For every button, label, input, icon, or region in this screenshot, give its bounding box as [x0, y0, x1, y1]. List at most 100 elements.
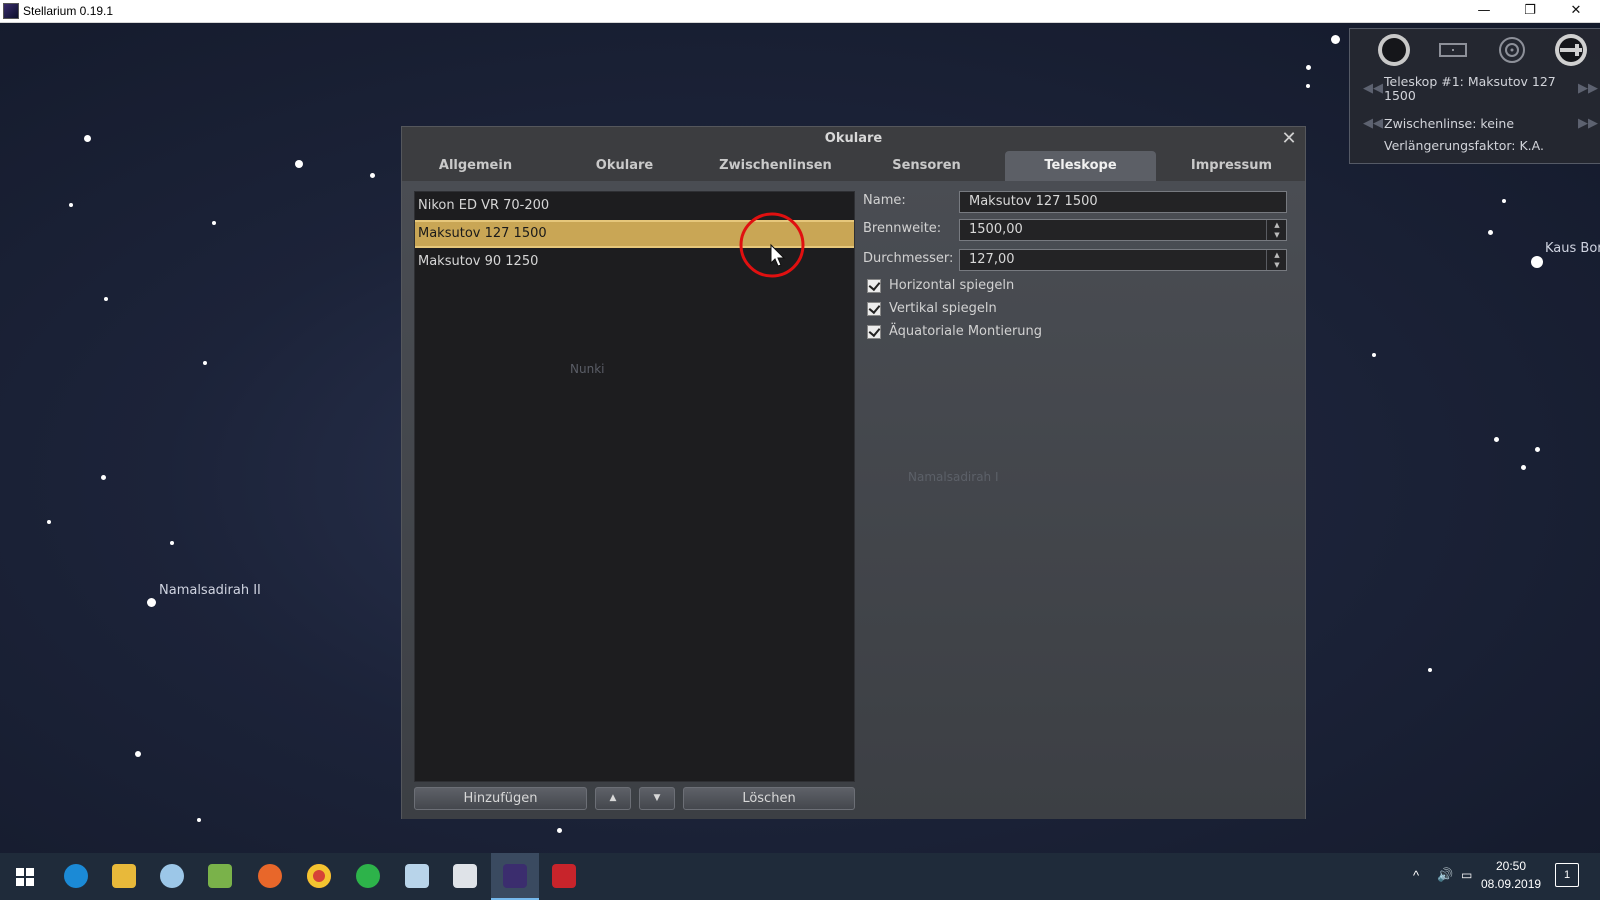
- edge-browser-icon[interactable]: [52, 853, 100, 900]
- ocular-view-icon[interactable]: [1377, 33, 1411, 67]
- firefox-icon[interactable]: [246, 853, 294, 900]
- star: [212, 221, 216, 225]
- dialog-title: Okulare: [824, 131, 883, 146]
- chevron-down-icon[interactable]: ▼: [1267, 260, 1287, 270]
- star: [1494, 437, 1499, 442]
- restore-button[interactable]: ❐: [1507, 0, 1553, 22]
- tab-sensors[interactable]: Sensoren: [851, 151, 1002, 181]
- tab-general[interactable]: Allgemein: [402, 151, 549, 181]
- volume-icon[interactable]: 🔊: [1437, 867, 1453, 883]
- focal-length-field[interactable]: 1500,00 ▲ ▼: [959, 219, 1287, 241]
- star: [47, 520, 51, 524]
- close-window-button[interactable]: ✕: [1553, 0, 1599, 22]
- star: [104, 297, 108, 301]
- dialog-close-icon[interactable]: ✕: [1279, 129, 1299, 149]
- chevron-up-icon[interactable]: ▲: [1267, 220, 1287, 230]
- stellarium-taskbar-icon[interactable]: [491, 853, 539, 900]
- star: [1502, 199, 1506, 203]
- star: [557, 828, 562, 833]
- diameter-value: 127,00: [969, 252, 1015, 267]
- windows-start-icon[interactable]: [0, 853, 48, 900]
- diameter-stepper[interactable]: ▲ ▼: [1266, 250, 1286, 270]
- current-telescope-text: Teleskop #1: Maksutov 127 1500: [1384, 74, 1556, 103]
- documents-app-icon[interactable]: [441, 853, 489, 900]
- star: [203, 361, 207, 365]
- window-title-bar: Stellarium 0.19.1 — ❐ ✕: [0, 0, 1600, 23]
- clock-date[interactable]: 08.09.2019: [1481, 877, 1541, 891]
- label-namalsadirah-ii: Namalsadirah II: [159, 583, 261, 598]
- focal-length-stepper[interactable]: ▲ ▼: [1266, 220, 1286, 240]
- chrome-icon[interactable]: [295, 853, 343, 900]
- label-namalsadirah-i: Namalsadirah I: [908, 470, 999, 484]
- clock-time[interactable]: 20:50: [1481, 859, 1541, 873]
- next-lens-icon[interactable]: ▶▶: [1578, 116, 1598, 131]
- equatorial-mount-label: Äquatoriale Montierung: [889, 324, 1043, 339]
- flip-vertical-label: Vertikal spiegeln: [889, 301, 997, 316]
- battery-icon[interactable]: ▭: [1461, 868, 1472, 882]
- star: [170, 541, 174, 545]
- star[interactable]: [1331, 35, 1340, 44]
- star: [1306, 65, 1311, 70]
- telrad-icon[interactable]: [1495, 33, 1529, 67]
- move-down-button[interactable]: ▼: [639, 787, 675, 810]
- equatorial-mount-checkbox[interactable]: [867, 325, 881, 339]
- add-telescope-button[interactable]: Hinzufügen: [414, 787, 587, 810]
- search-app-icon[interactable]: [148, 853, 196, 900]
- tab-lenses[interactable]: Zwischenlinsen: [700, 151, 851, 181]
- minimize-button[interactable]: —: [1461, 0, 1507, 22]
- star: [135, 751, 141, 757]
- star: [1372, 353, 1376, 357]
- flip-horizontal-checkbox[interactable]: [867, 279, 881, 293]
- chevron-up-icon[interactable]: ▲: [1267, 250, 1287, 260]
- star: [1521, 465, 1526, 470]
- multiplier-text: Verlängerungsfaktor: K.A.: [1384, 138, 1544, 153]
- star: [101, 475, 106, 480]
- draw-app-icon[interactable]: [393, 853, 441, 900]
- chevron-down-icon[interactable]: ▼: [1267, 230, 1287, 240]
- star: [1535, 447, 1540, 452]
- tab-about[interactable]: Impressum: [1156, 151, 1307, 181]
- stellarium-app-icon: [3, 3, 19, 19]
- star: [69, 203, 73, 207]
- delete-telescope-button[interactable]: Löschen: [683, 787, 855, 810]
- notepad-app-icon[interactable]: [196, 853, 244, 900]
- tray-chevron-icon[interactable]: ^: [1413, 868, 1419, 883]
- flip-horizontal-label: Horizontal spiegeln: [889, 278, 1015, 293]
- telescope-list[interactable]: Nikon ED VR 70-200 Maksutov 127 1500 Mak…: [414, 191, 855, 782]
- star-namalsadirah-ii[interactable]: [147, 598, 156, 607]
- tab-telescopes[interactable]: Teleskope: [1005, 151, 1156, 181]
- prev-lens-icon[interactable]: ◀◀: [1363, 116, 1383, 131]
- star-kaus-bor[interactable]: [1531, 256, 1543, 268]
- notification-center-icon[interactable]: 1: [1555, 863, 1579, 887]
- current-lens-text: Zwischenlinse: keine: [1384, 116, 1515, 131]
- focal-length-label: Brennweite:: [863, 221, 942, 236]
- move-up-button[interactable]: ▲: [595, 787, 631, 810]
- diameter-field[interactable]: 127,00 ▲ ▼: [959, 249, 1287, 271]
- star: [370, 173, 375, 178]
- next-telescope-icon[interactable]: ▶▶: [1578, 81, 1598, 96]
- star: [1428, 668, 1432, 672]
- name-field[interactable]: Maksutov 127 1500: [959, 191, 1287, 213]
- configuration-icon[interactable]: [1554, 33, 1588, 67]
- star: [1306, 84, 1310, 88]
- sensor-frame-icon[interactable]: [1436, 33, 1470, 67]
- windows-taskbar: ^ 🔊 ▭ 20:50 08.09.2019 1: [0, 853, 1600, 900]
- label-kaus-bor: Kaus Bor: [1545, 241, 1600, 256]
- tab-eyepieces[interactable]: Okulare: [549, 151, 700, 181]
- prev-telescope-icon[interactable]: ◀◀: [1363, 81, 1383, 96]
- ocular-control-panel: ◀◀ Teleskop #1: Maksutov 127 1500 ▶▶ ◀◀ …: [1349, 28, 1600, 164]
- flip-vertical-checkbox[interactable]: [867, 302, 881, 316]
- label-nunki: Nunki: [570, 362, 605, 376]
- green-app-icon[interactable]: [344, 853, 392, 900]
- cursor-highlight-icon: [739, 212, 805, 278]
- file-explorer-icon[interactable]: [100, 853, 148, 900]
- red-app-icon[interactable]: [540, 853, 588, 900]
- oculars-dialog: Okulare ✕ Allgemein Okulare Zwischenlins…: [401, 126, 1306, 819]
- dialog-tab-bar: Allgemein Okulare Zwischenlinsen Sensore…: [402, 151, 1305, 181]
- focal-length-value: 1500,00: [969, 222, 1023, 237]
- name-label: Name:: [863, 193, 906, 208]
- star: [295, 160, 303, 168]
- window-title: Stellarium 0.19.1: [23, 4, 114, 18]
- star: [84, 135, 91, 142]
- star: [197, 818, 201, 822]
